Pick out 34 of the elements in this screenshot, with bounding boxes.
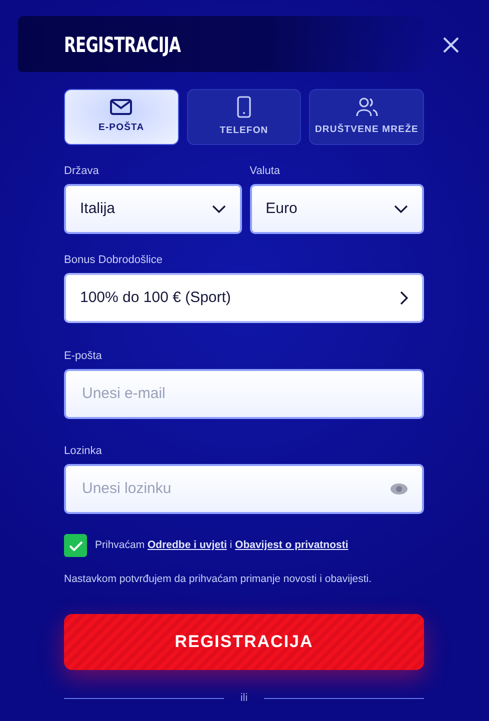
- divider-text: ili: [240, 690, 248, 706]
- tab[interactable]: E-POŠTA: [64, 89, 179, 145]
- terms-link[interactable]: Obavijest o privatnosti: [235, 538, 348, 551]
- select-value: 100% do 100 € (Sport): [80, 288, 231, 308]
- eye-icon[interactable]: [390, 483, 408, 495]
- chevron-down-icon: [394, 205, 408, 213]
- terms-link[interactable]: Odredbe i uvjeti: [148, 538, 227, 551]
- envelope-icon: [110, 98, 132, 115]
- tab[interactable]: DRUŠTVENE MREŽE: [309, 89, 424, 145]
- bonus-select[interactable]: 100% do 100 € (Sport): [64, 273, 424, 323]
- select-value: Euro: [266, 198, 298, 219]
- select-value: Italija: [80, 198, 116, 219]
- chevron-right-icon: [400, 291, 408, 305]
- password-field[interactable]: Unesi lozinku: [80, 466, 390, 512]
- field-label: Lozinka: [64, 445, 103, 458]
- checkbox[interactable]: [64, 534, 87, 557]
- modal-title: REGISTRACIJA: [64, 32, 181, 59]
- field-label: Država: [64, 165, 100, 178]
- field-label: Valuta: [250, 165, 282, 178]
- dropdown-select[interactable]: Italija: [64, 184, 242, 234]
- phone-icon: [237, 96, 251, 118]
- password-field[interactable]: Unesi lozinku: [64, 464, 424, 514]
- check-icon: [68, 540, 82, 550]
- notice-text: Nastavkom potvrđujem da prihvaćam primanje novosti i obavijesti.: [64, 572, 373, 587]
- chevron-down-icon: [212, 205, 226, 213]
- field-label: E-pošta: [64, 350, 103, 363]
- register-button[interactable]: REGISTRACIJA: [64, 614, 424, 670]
- consent-text: Prihvaćam Odredbe i uvjeti i Obavijest o privatnosti: [95, 538, 348, 553]
- tab[interactable]: TELEFON: [186, 89, 302, 145]
- email-field[interactable]: Unesi e-mail: [80, 371, 408, 417]
- field-label: Bonus Dobrodošlice: [64, 254, 164, 267]
- users-icon: [356, 96, 378, 117]
- dropdown-select[interactable]: Euro: [250, 184, 424, 234]
- email-field[interactable]: Unesi e-mail: [64, 369, 424, 419]
